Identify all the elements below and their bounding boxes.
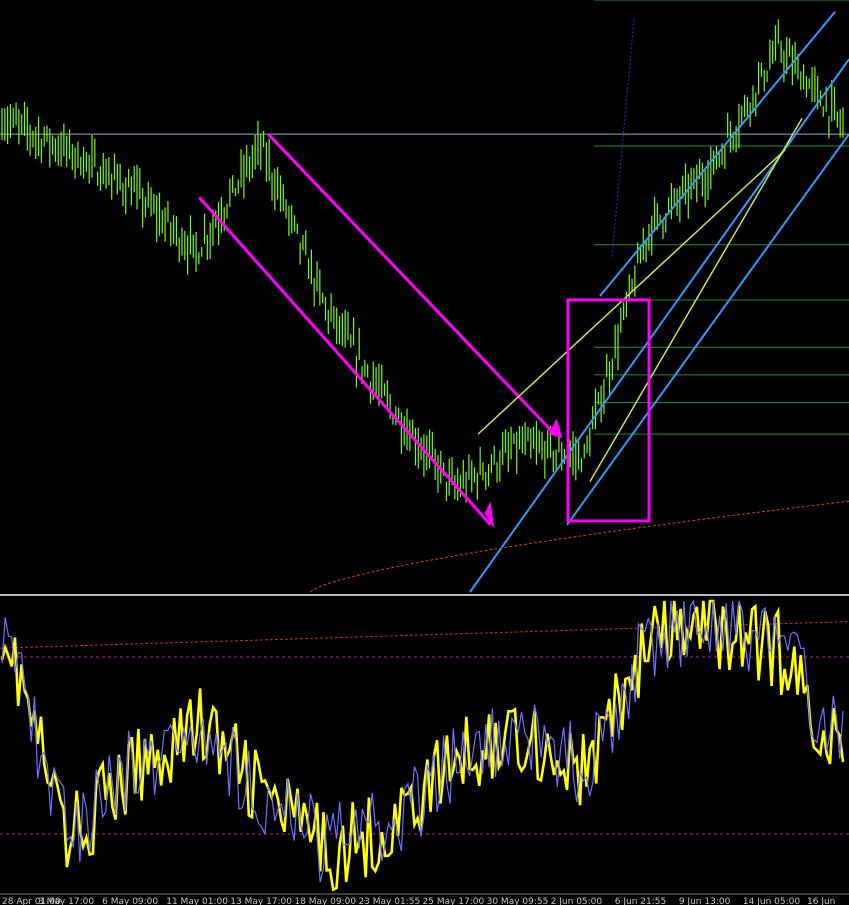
time-tick-label: 18 May 09:00 [294,897,356,905]
time-tick-label: 3 May 17:00 [38,897,94,905]
time-tick-label: 14 Jun 05:00 [743,897,800,905]
chart-window: 28 Apr 01:003 May 17:00 6 May 09:00 11 May… [0,0,849,905]
time-tick-label: 13 May 17:00 [230,897,292,905]
time-tick-label: 6 Jun 21:55 [615,897,666,905]
time-tick-label: 2 Jun 05:00 [551,897,603,905]
time-tick-label: 6 May 09:00 [102,897,158,905]
time-tick-label: 16 Jun [807,897,835,905]
time-tick-label: 25 May 17:00 [423,897,485,905]
time-tick-label: 9 Jun 13:00 [679,897,731,905]
time-tick-label: 30 May 09:55 [487,897,549,905]
time-tick-label: 11 May 01:00 [166,897,228,905]
time-tick-label: 23 May 01:55 [358,897,420,905]
